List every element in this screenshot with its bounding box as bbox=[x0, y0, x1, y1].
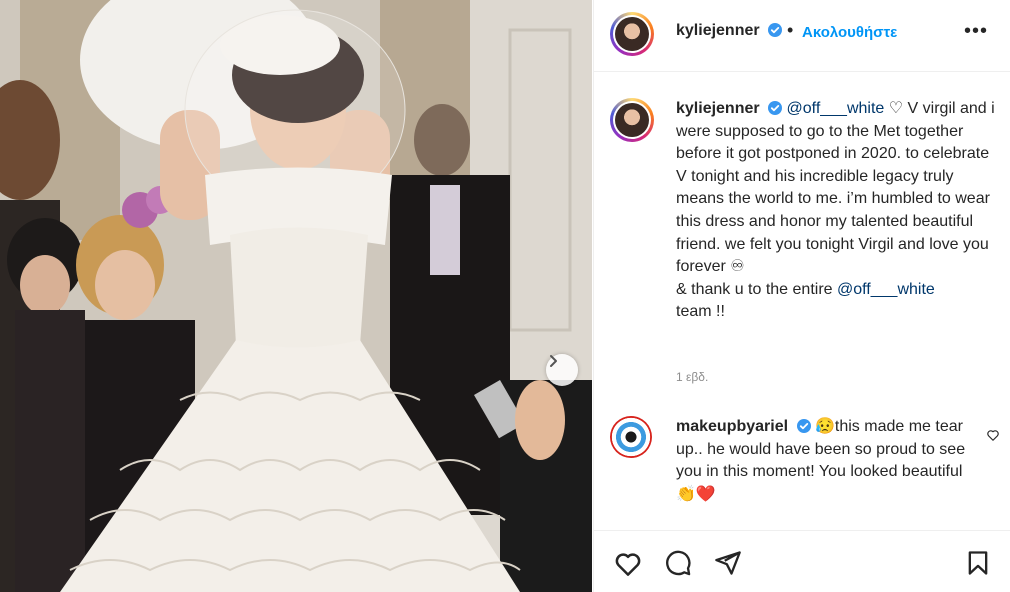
caption-thanks-prefix: & thank u to the entire bbox=[676, 280, 837, 298]
post-details-panel: kyliejenner • Ακολουθήστε ••• kyliejenne… bbox=[593, 0, 1010, 592]
commenter-username[interactable]: makeupbyariel bbox=[676, 418, 788, 435]
share-icon[interactable] bbox=[714, 549, 742, 577]
comment-emoji-end: 👏❤️ bbox=[676, 485, 716, 503]
post-photo[interactable] bbox=[0, 0, 592, 592]
verified-badge-icon bbox=[796, 419, 811, 433]
more-options-button[interactable]: ••• bbox=[964, 20, 988, 43]
follow-button[interactable]: Ακολουθήστε bbox=[802, 24, 897, 41]
author-username[interactable]: kyliejenner bbox=[676, 22, 760, 39]
caption-author-avatar[interactable] bbox=[610, 98, 654, 142]
chevron-right-icon bbox=[550, 355, 557, 367]
post-actions-bar bbox=[594, 530, 1010, 592]
bookmark-icon[interactable] bbox=[964, 549, 992, 577]
caption-mention-link-2[interactable]: @off___white bbox=[837, 281, 935, 298]
comment-icon[interactable] bbox=[664, 549, 692, 577]
verified-badge-icon bbox=[768, 23, 783, 37]
photo-illustration bbox=[0, 0, 592, 592]
separator-dot: • bbox=[787, 20, 794, 40]
heart-icon[interactable] bbox=[613, 549, 643, 579]
post-timestamp[interactable]: 1 εβδ. bbox=[676, 370, 708, 384]
caption-text: kyliejenner @off___white ♡ V virgil and … bbox=[676, 98, 996, 324]
caption-thanks-suffix: team !! bbox=[676, 303, 725, 321]
comment-like-heart-icon[interactable] bbox=[986, 428, 1000, 442]
commenter-avatar[interactable] bbox=[610, 416, 652, 458]
comment-emoji-sad: 😥 bbox=[814, 418, 835, 435]
verified-badge-icon bbox=[768, 101, 783, 115]
caption-author-username[interactable]: kyliejenner bbox=[676, 100, 760, 117]
comment-text: makeupbyariel 😥this made me tear up.. he… bbox=[676, 416, 966, 506]
post-header: kyliejenner • Ακολουθήστε ••• bbox=[594, 0, 1010, 72]
caption-heart: ♡ bbox=[888, 100, 904, 117]
next-photo-button[interactable] bbox=[546, 354, 578, 386]
author-name-block: kyliejenner bbox=[676, 22, 783, 40]
caption-mention-link[interactable]: @off___white bbox=[787, 100, 885, 117]
author-avatar[interactable] bbox=[610, 12, 654, 56]
caption-body: V virgil and i were supposed to go to th… bbox=[676, 100, 995, 276]
